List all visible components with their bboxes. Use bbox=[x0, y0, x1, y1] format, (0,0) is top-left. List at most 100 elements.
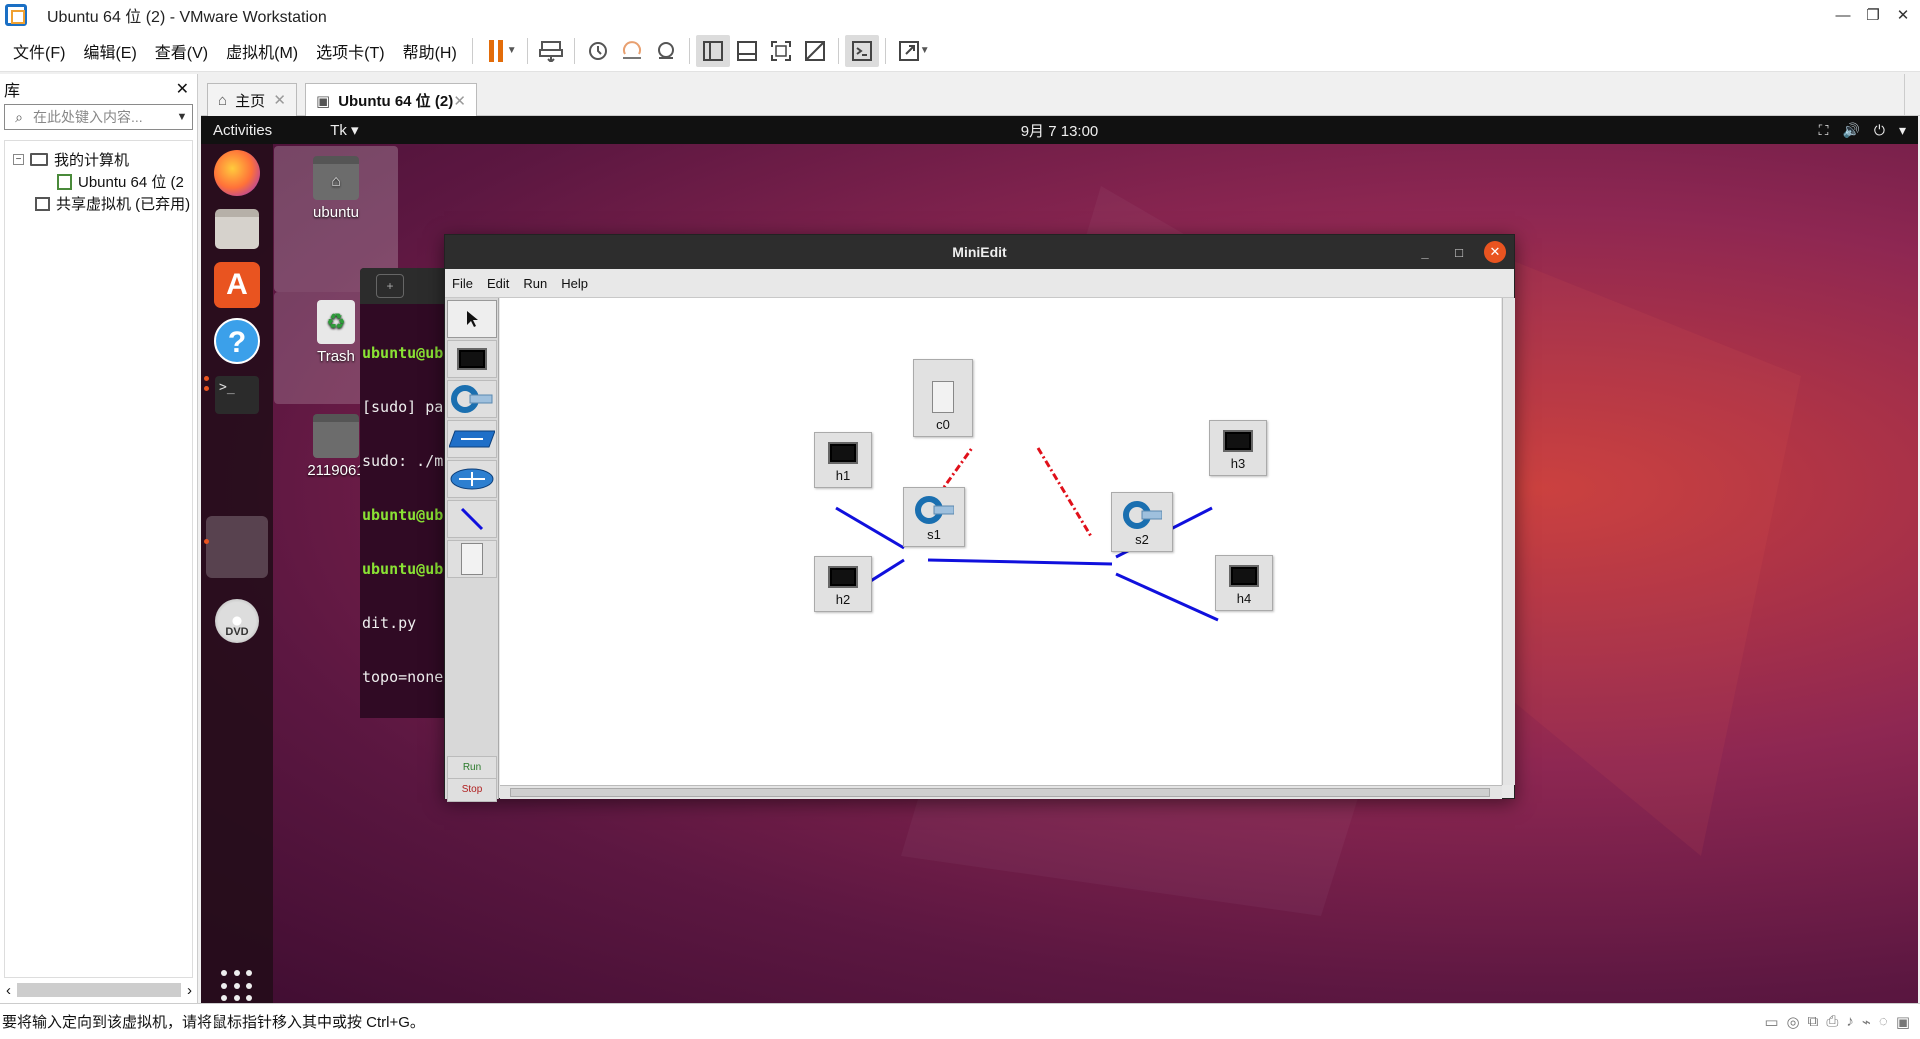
system-tray[interactable]: ⛶ 🔊 ⏻ ▾ bbox=[1819, 122, 1906, 139]
miniedit-maximize-button[interactable]: □ bbox=[1450, 243, 1468, 261]
link-s1-s2 bbox=[927, 558, 1113, 566]
new-tab-icon[interactable]: + bbox=[376, 274, 404, 298]
power-icon[interactable]: ⏻ bbox=[1874, 122, 1885, 139]
run-button[interactable]: Run bbox=[447, 756, 497, 780]
menu-file[interactable]: 文件(F) bbox=[4, 39, 74, 63]
full-screen-icon[interactable] bbox=[764, 35, 798, 67]
miniedit-titlebar[interactable]: MiniEdit _ □ ✕ bbox=[445, 235, 1514, 269]
tab-close-icon[interactable]: ✕ bbox=[273, 91, 286, 109]
switch-node-s1[interactable]: s1 bbox=[903, 487, 965, 547]
link-tool[interactable] bbox=[447, 500, 497, 538]
scroll-right-icon[interactable]: › bbox=[187, 982, 192, 999]
cd-dvd-icon[interactable]: ◎ bbox=[1787, 1013, 1800, 1031]
system-menu-arrow-icon[interactable]: ▾ bbox=[1899, 122, 1906, 139]
send-ctrl-alt-del-icon[interactable] bbox=[534, 35, 568, 67]
menu-vm[interactable]: 虚拟机(M) bbox=[217, 39, 307, 63]
switch-tool[interactable] bbox=[447, 380, 497, 418]
miniedit-menu-edit[interactable]: Edit bbox=[480, 276, 516, 291]
printer-icon[interactable]: ⎙ bbox=[1826, 1013, 1838, 1031]
controller-node-c0[interactable]: c0 bbox=[913, 359, 973, 437]
stop-button[interactable]: Stop bbox=[447, 778, 497, 802]
network-icon[interactable]: ⛶ bbox=[1819, 122, 1829, 139]
tab-vm-label: Ubuntu 64 位 (2) bbox=[338, 93, 454, 110]
volume-icon[interactable]: 🔊 bbox=[1842, 122, 1859, 139]
tab-home[interactable]: ⌂ 主页 ✕ bbox=[207, 83, 297, 116]
tree-item-ubuntu-vm[interactable]: Ubuntu 64 位 (2 bbox=[57, 171, 184, 192]
host-icon bbox=[828, 566, 858, 588]
tree-item-my-computer[interactable]: − 我的计算机 bbox=[13, 149, 129, 170]
miniedit-menu-help[interactable]: Help bbox=[554, 276, 595, 291]
library-close-icon[interactable]: ✕ bbox=[176, 79, 189, 99]
dock-dvd[interactable]: DVD bbox=[212, 596, 262, 646]
collapse-icon[interactable]: − bbox=[13, 154, 24, 165]
miniedit-menu-file[interactable]: File bbox=[445, 276, 480, 291]
sound-card-icon[interactable]: ♪ bbox=[1846, 1013, 1854, 1031]
miniedit-canvas[interactable]: c0 h1 h2 h3 h4 s1 s2 bbox=[500, 298, 1501, 785]
desktop-label: ubuntu bbox=[313, 204, 359, 221]
miniedit-minimize-button[interactable]: _ bbox=[1416, 243, 1434, 261]
menu-view[interactable]: 查看(V) bbox=[146, 39, 217, 63]
clock[interactable]: 9月 7 13:00 bbox=[201, 120, 1918, 141]
hard-disk-icon[interactable]: ▭ bbox=[1764, 1013, 1778, 1031]
legacy-switch-tool[interactable] bbox=[447, 420, 497, 458]
menu-tabs[interactable]: 选项卡(T) bbox=[307, 39, 393, 63]
dock-firefox[interactable] bbox=[212, 148, 262, 198]
library-search-input[interactable]: ⌕ 在此处键入内容... ▼ bbox=[4, 104, 193, 130]
miniedit-menu-bar: File Edit Run Help bbox=[445, 269, 1514, 298]
close-button[interactable]: ✕ bbox=[1886, 0, 1920, 30]
restore-button[interactable]: ❐ bbox=[1856, 0, 1890, 30]
software-center-icon: A bbox=[214, 262, 260, 308]
search-dropdown-icon[interactable]: ▼ bbox=[172, 111, 192, 123]
tab-strip: ⌂ 主页 ✕ ▣ Ubuntu 64 位 (2) ✕ bbox=[201, 74, 1920, 117]
display-icon[interactable]: ◌ bbox=[1879, 1013, 1888, 1031]
host-node-h4[interactable]: h4 bbox=[1215, 555, 1273, 611]
dock-terminal[interactable]: >_ bbox=[212, 370, 262, 420]
network-adapter-icon[interactable]: ⧉ bbox=[1808, 1013, 1819, 1031]
snapshot-manager-icon[interactable] bbox=[649, 35, 683, 67]
usb-icon[interactable]: ⌁ bbox=[1862, 1013, 1871, 1031]
dock-active-app[interactable] bbox=[206, 516, 268, 578]
miniedit-menu-run[interactable]: Run bbox=[516, 276, 554, 291]
tab-scrollbar[interactable] bbox=[1904, 74, 1920, 116]
dock-files[interactable] bbox=[212, 204, 262, 254]
controller-tool[interactable] bbox=[447, 540, 497, 578]
dock-help[interactable]: ? bbox=[212, 316, 262, 366]
select-tool[interactable] bbox=[447, 300, 497, 338]
show-applications-icon[interactable] bbox=[221, 970, 253, 1002]
message-icon[interactable]: ▣ bbox=[1896, 1013, 1910, 1031]
revert-snapshot-icon[interactable] bbox=[615, 35, 649, 67]
console-icon[interactable] bbox=[844, 34, 879, 67]
app-menu-button[interactable]: Tk ▾ bbox=[330, 121, 358, 139]
stretch-dropdown-icon[interactable]: ▼ bbox=[920, 45, 930, 56]
miniedit-close-button[interactable]: ✕ bbox=[1484, 241, 1506, 263]
miniedit-window[interactable]: MiniEdit _ □ ✕ File Edit Run Help Run St… bbox=[444, 234, 1515, 802]
tree-label: Ubuntu 64 位 (2 bbox=[78, 174, 184, 191]
toolbar-separator bbox=[573, 37, 575, 64]
scrollbar-thumb[interactable] bbox=[17, 983, 181, 997]
host-node-h1[interactable]: h1 bbox=[814, 432, 872, 488]
dock-software[interactable]: A bbox=[212, 260, 262, 310]
activities-button[interactable]: Activities bbox=[213, 122, 272, 139]
tab-close-icon[interactable]: ✕ bbox=[453, 92, 466, 110]
switch-node-s2[interactable]: s2 bbox=[1111, 492, 1173, 552]
host-node-h3[interactable]: h3 bbox=[1209, 420, 1267, 476]
snapshot-icon[interactable] bbox=[581, 35, 615, 67]
library-view-icon[interactable] bbox=[695, 34, 730, 67]
vm-display[interactable]: Activities Tk ▾ 9月 7 13:00 ⛶ 🔊 ⏻ ▾ A ? >… bbox=[201, 116, 1918, 1003]
host-tool[interactable] bbox=[447, 340, 497, 378]
menu-help[interactable]: 帮助(H) bbox=[394, 39, 466, 63]
library-horizontal-scrollbar[interactable]: ‹ › bbox=[6, 981, 192, 999]
minimize-button[interactable]: — bbox=[1826, 0, 1860, 30]
tab-ubuntu-vm[interactable]: ▣ Ubuntu 64 位 (2) ✕ bbox=[305, 83, 477, 117]
canvas-horizontal-scrollbar[interactable] bbox=[500, 785, 1502, 799]
tree-item-shared-vms[interactable]: 共享虚拟机 (已弃用) bbox=[35, 193, 190, 214]
thumbnail-view-icon[interactable] bbox=[730, 35, 764, 67]
host-node-h2[interactable]: h2 bbox=[814, 556, 872, 612]
canvas-vertical-scrollbar[interactable] bbox=[1502, 298, 1515, 785]
pause-dropdown-icon[interactable]: ▼ bbox=[507, 45, 517, 56]
menu-edit[interactable]: 编辑(E) bbox=[74, 39, 145, 63]
unity-icon[interactable] bbox=[798, 35, 832, 67]
scrollbar-thumb[interactable] bbox=[510, 788, 1490, 797]
router-tool[interactable] bbox=[447, 460, 497, 498]
scroll-left-icon[interactable]: ‹ bbox=[6, 982, 11, 999]
